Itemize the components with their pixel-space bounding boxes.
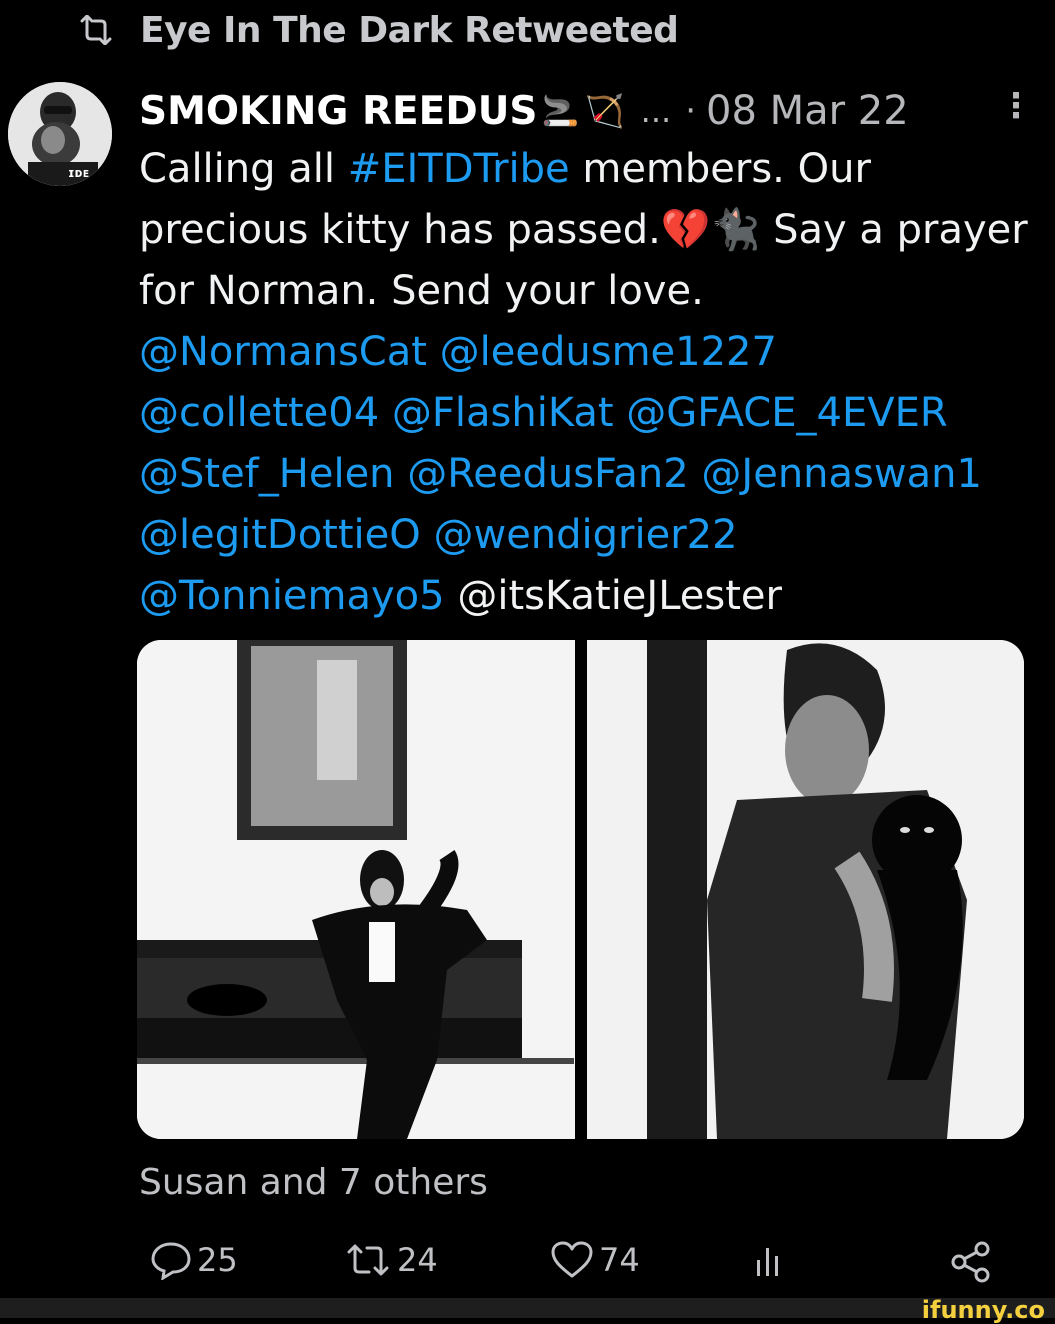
retweet-context[interactable]: Eye In The Dark Retweeted [78, 6, 679, 54]
reply-icon [149, 1240, 193, 1280]
tweet-header: SMOKING REEDUS 🚬 🏹 ... · 08 Mar 22 ⋮ [139, 80, 1039, 142]
likes-summary[interactable]: Susan and 7 others [139, 1162, 488, 1203]
separator-dot: · [685, 91, 696, 131]
tweet[interactable]: SMOKING REEDUS 🚬 🏹 ... · 08 Mar 22 ⋮ Cal… [139, 80, 1039, 627]
mention-link[interactable]: @NormansCat [139, 329, 427, 375]
bow-arrow-emoji: 🏹 [584, 92, 625, 130]
photo-man-in-tuxedo[interactable] [137, 640, 575, 1139]
name-ellipsis: ... [640, 92, 672, 130]
text-segment: Calling all [139, 146, 348, 192]
action-bar: 25 24 74 [139, 1240, 999, 1300]
broken-heart-emoji: 💔 [660, 207, 711, 253]
mention-link[interactable]: @ReedusFan2 [407, 451, 688, 497]
retweet-icon [343, 1240, 393, 1280]
like-count: 74 [599, 1241, 640, 1279]
watermark-bar [0, 1298, 1055, 1318]
reply-button[interactable]: 25 [145, 1240, 238, 1280]
retweet-label: Eye In The Dark Retweeted [140, 9, 679, 51]
heart-icon [549, 1240, 595, 1280]
mention-plain: @itsKatieJLester [457, 573, 782, 619]
like-button[interactable]: 74 [545, 1240, 640, 1280]
watermark: ifunny.co [921, 1296, 1045, 1324]
photo-man-holding-cat[interactable] [586, 640, 1024, 1139]
mention-link[interactable]: @GFACE_4EVER [626, 390, 947, 436]
analytics-icon [749, 1240, 789, 1280]
share-icon [949, 1240, 993, 1284]
more-vertical-icon[interactable]: ⋮ [999, 86, 1033, 126]
avatar[interactable]: ɪᴅᴇ [8, 82, 112, 186]
mention-link[interactable]: @collette04 [139, 390, 379, 436]
retweet-button[interactable]: 24 [339, 1240, 438, 1280]
retweet-icon [78, 15, 114, 45]
views-button[interactable] [745, 1240, 789, 1280]
tweet-text: Calling all #EITDTribe members. Our prec… [139, 139, 1039, 627]
retweet-count: 24 [397, 1241, 438, 1279]
mention-link[interactable]: @Tonniemayo5 [139, 573, 445, 619]
mention-link[interactable]: @Stef_Helen [139, 451, 395, 497]
reply-count: 25 [197, 1241, 238, 1279]
mention-link[interactable]: @leedusme1227 [440, 329, 777, 375]
author-name[interactable]: SMOKING REEDUS [139, 89, 537, 134]
mention-link[interactable]: @wendigrier22 [433, 512, 737, 558]
cigarette-emoji: 🚬 [541, 93, 579, 129]
mention-link[interactable]: @Jennaswan1 [701, 451, 982, 497]
hashtag-link[interactable]: #EITDTribe [348, 146, 570, 192]
mention-link[interactable]: @legitDottieO [139, 512, 421, 558]
media-grid [137, 640, 1024, 1139]
mention-link[interactable]: @FlashiKat [392, 390, 614, 436]
black-cat-emoji: 🐈‍⬛ [710, 207, 761, 253]
share-button[interactable] [945, 1240, 993, 1284]
svg-text:ɪᴅᴇ: ɪᴅᴇ [68, 166, 89, 180]
tweet-date[interactable]: 08 Mar 22 [706, 88, 909, 134]
